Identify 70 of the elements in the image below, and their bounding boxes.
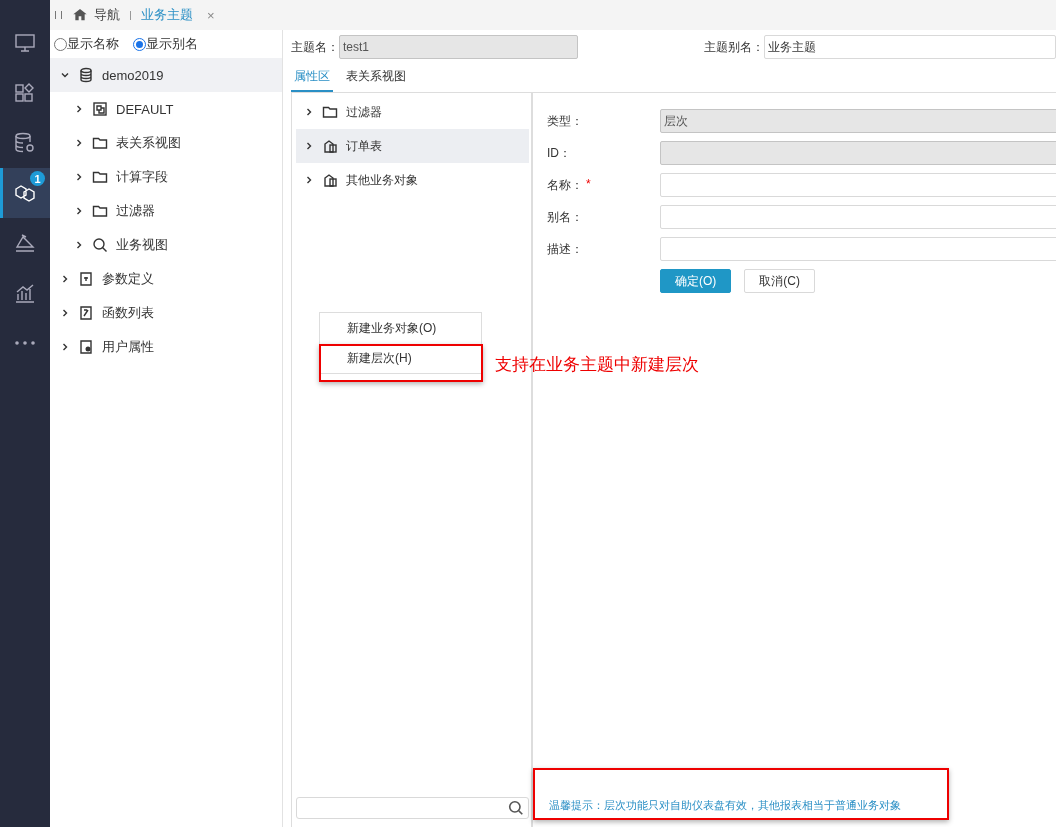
document-icon	[78, 339, 94, 355]
expand-caret-icon[interactable]	[60, 342, 70, 352]
more-icon	[15, 340, 35, 346]
field-label: 主题名：	[291, 38, 339, 56]
tree-item[interactable]: 业务视图	[116, 236, 168, 254]
search-icon	[92, 237, 108, 253]
field-label: 描述：	[547, 240, 583, 258]
expand-caret-icon[interactable]	[74, 172, 84, 182]
tab[interactable]: 属性区	[291, 64, 333, 92]
expand-caret-icon[interactable]	[304, 175, 314, 185]
tree-row[interactable]: 订单表	[296, 129, 529, 163]
expand-caret-icon[interactable]	[304, 141, 314, 151]
folder-icon	[92, 135, 108, 151]
field-label: 名称：	[547, 176, 583, 194]
input-field[interactable]	[660, 205, 1056, 229]
annotation-text: 支持在业务主题中新建层次	[495, 354, 699, 376]
expand-caret-icon[interactable]	[60, 308, 70, 318]
radio-option[interactable]: 显示名称	[54, 35, 119, 53]
tab[interactable]: 导航	[72, 6, 120, 24]
search-field[interactable]	[296, 797, 529, 819]
required-mark: *	[586, 176, 591, 193]
expand-caret-icon[interactable]	[74, 138, 84, 148]
collapse-caret-icon[interactable]	[60, 70, 70, 80]
tree-item[interactable]: 计算字段	[116, 168, 168, 186]
cancel-button[interactable]: 取消(C)	[744, 269, 815, 293]
input-field[interactable]	[660, 173, 1056, 197]
tree-item[interactable]: 其他业务对象	[346, 171, 418, 189]
tab[interactable]: 表关系视图	[343, 64, 409, 92]
hint-text: 温馨提示：层次功能只对自助仪表盘有效，其他报表相当于普通业务对象	[547, 798, 901, 819]
document-icon	[78, 305, 94, 321]
document-icon	[78, 271, 94, 287]
bar-chart-icon	[13, 281, 37, 305]
tree-row-highlight[interactable]: demo2019	[50, 58, 282, 92]
input-field[interactable]	[660, 237, 1056, 261]
search-icon	[508, 800, 524, 816]
table-icon	[322, 172, 338, 188]
grid-icon	[92, 101, 108, 117]
field-label: 类型：	[547, 112, 583, 130]
topic-alias-field[interactable]: 业务主题	[764, 35, 1056, 59]
tree-item[interactable]: 函数列表	[102, 304, 154, 322]
folder-icon	[322, 104, 338, 120]
folder-icon	[92, 203, 108, 219]
folder-icon	[92, 169, 108, 185]
count-badge: 1	[30, 171, 45, 186]
tree-item[interactable]: demo2019	[102, 67, 164, 83]
field-label: ID：	[547, 144, 571, 162]
monitor-icon	[13, 31, 37, 55]
table-icon	[322, 138, 338, 154]
drag-handle-icon[interactable]	[55, 11, 62, 19]
tree-item[interactable]: 过滤器	[346, 103, 382, 121]
expand-caret-icon[interactable]	[74, 240, 84, 250]
database-gear-icon	[13, 131, 37, 155]
tree-row[interactable]: 过滤器	[296, 95, 529, 129]
field-label: 主题别名：	[704, 38, 764, 56]
radio-option[interactable]: 显示别名	[133, 35, 198, 53]
expand-caret-icon[interactable]	[74, 206, 84, 216]
tree-item[interactable]: 过滤器	[116, 202, 155, 220]
expand-caret-icon[interactable]	[74, 104, 84, 114]
tree-item[interactable]: 参数定义	[102, 270, 154, 288]
home-icon	[72, 7, 88, 23]
tree-item[interactable]: 订单表	[346, 137, 382, 155]
tree-item[interactable]: 用户属性	[102, 338, 154, 356]
database-icon	[78, 67, 94, 83]
expand-caret-icon[interactable]	[60, 274, 70, 284]
ruler-icon	[13, 231, 37, 255]
tree-item[interactable]: DEFAULT	[116, 101, 174, 117]
expand-caret-icon[interactable]	[304, 107, 314, 117]
tree-item[interactable]: 表关系视图	[116, 134, 181, 152]
field-label: 别名：	[547, 208, 583, 226]
tree-row[interactable]: 其他业务对象	[296, 163, 529, 197]
